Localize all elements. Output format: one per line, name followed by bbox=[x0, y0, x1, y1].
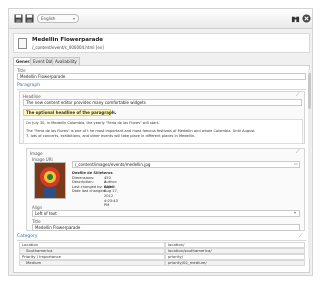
changed-by-label: Last changed by: bbox=[72, 184, 103, 189]
save-icon[interactable] bbox=[14, 14, 23, 23]
category-name: Medium bbox=[19, 260, 165, 266]
binoculars-icon[interactable] bbox=[291, 14, 300, 23]
language-select[interactable]: English ▾ bbox=[37, 14, 79, 23]
image-box: Image ⟋ Image URI /_content/images/event… bbox=[26, 148, 305, 231]
category-section-title: Category bbox=[17, 234, 38, 239]
form-content: Title Medellin Flowerparade Paragraph He… bbox=[13, 65, 310, 273]
document-path: /_content/event/s_000004.html [ev] bbox=[32, 45, 104, 50]
close-icon[interactable]: ✕ bbox=[112, 110, 117, 115]
image-title-input[interactable]: Medellin Flowerparade bbox=[32, 224, 300, 231]
document-icon bbox=[18, 38, 27, 49]
scrollbar-thumb[interactable] bbox=[308, 73, 311, 109]
document-header: Medellin Flowerparade /_content/event/s_… bbox=[13, 33, 310, 53]
chevron-down-icon[interactable]: ▾ bbox=[294, 210, 299, 215]
save-all-icon[interactable] bbox=[25, 14, 34, 23]
divider bbox=[17, 240, 306, 241]
dimensions-label: Dimensions: bbox=[72, 175, 95, 180]
flower-image bbox=[35, 163, 65, 198]
image-name: Desfile de Silleteros bbox=[72, 171, 113, 175]
chevron-down-icon: ▾ bbox=[72, 16, 75, 21]
paragraph-text-area[interactable]: On July 30, in Medellin Colombia, the ye… bbox=[23, 119, 303, 144]
tab-availability[interactable]: Availability bbox=[52, 57, 80, 65]
image-metadata: Desfile de Silleteros Dimensions: 450 x … bbox=[72, 171, 118, 207]
date-changed-value: Aug 17, 2012 4:03:43 PM bbox=[104, 189, 118, 208]
editor-window: English ▾ Medellin Flowerparade /_conten… bbox=[8, 8, 313, 276]
pin-icon[interactable]: ⟋ bbox=[299, 234, 304, 239]
paragraph-box: Headline ⟋ The new content editor provid… bbox=[19, 91, 305, 144]
category-path[interactable]: priority/02_medium/ bbox=[165, 260, 305, 266]
close-icon[interactable] bbox=[302, 14, 311, 23]
paragraph-text-line: 7, lots of concerts, exhibitions, and ot… bbox=[26, 134, 196, 138]
optional-headline[interactable]: The optional headline of the paragraph. bbox=[23, 109, 116, 116]
title-input[interactable]: Medellin Flowerparade bbox=[17, 73, 306, 80]
description-label: Description: bbox=[72, 180, 94, 185]
paragraph-section-title: Paragraph bbox=[17, 83, 41, 88]
pin-icon[interactable]: ⟋ bbox=[296, 93, 301, 98]
align-select[interactable]: Left of text bbox=[32, 210, 300, 217]
headline-input[interactable]: The new content editor provides many com… bbox=[23, 99, 302, 106]
document-title: Medellin Flowerparade bbox=[32, 37, 104, 43]
browse-icon[interactable]: ▭ bbox=[294, 161, 299, 166]
toolbar: English ▾ bbox=[9, 9, 312, 29]
image-uri-input[interactable]: /_content/images/events/medellin.jpg bbox=[72, 161, 300, 168]
date-changed-label: Date last changed: bbox=[72, 189, 107, 194]
image-thumbnail[interactable] bbox=[34, 162, 66, 199]
paragraph-text-line: On July 30, in Medellin Colombia, the ye… bbox=[26, 121, 160, 125]
image-label: Image bbox=[30, 151, 43, 156]
pin-icon[interactable]: ⟋ bbox=[296, 150, 301, 155]
divider bbox=[17, 89, 306, 90]
